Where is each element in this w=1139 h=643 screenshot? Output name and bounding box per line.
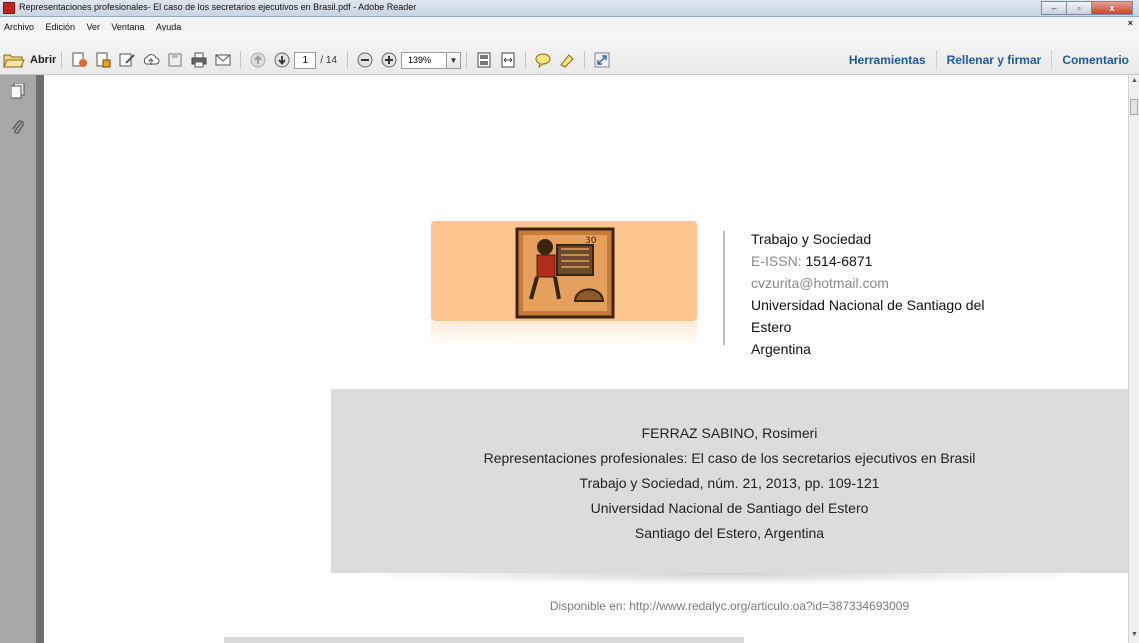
- save-icon: [168, 53, 182, 67]
- save-button[interactable]: [164, 50, 186, 70]
- zoom-dropdown-button[interactable]: ▼: [446, 51, 461, 69]
- email-icon: [215, 54, 231, 66]
- arrow-up-circle-icon: [250, 52, 266, 68]
- folder-open-icon: [3, 54, 25, 68]
- comment-button[interactable]: [532, 50, 554, 70]
- pages-thumbnail-button[interactable]: [10, 82, 25, 104]
- page-total: / 14: [320, 54, 337, 66]
- comment-bubble-icon: [535, 53, 551, 69]
- toolbar-separator: [465, 51, 467, 69]
- task-pane-tabs: Herramientas Rellenar y firmar Comentari…: [839, 50, 1139, 70]
- header-divider: [723, 231, 725, 345]
- scroll-down-icon[interactable]: ▼: [1131, 631, 1138, 638]
- vertical-scrollbar[interactable]: ▲ ▼: [1128, 75, 1139, 643]
- journal-email: cvzurita@hotmail.com: [751, 275, 889, 291]
- paperclip-icon: [12, 120, 24, 134]
- window-controls: – ▫ x: [1041, 1, 1133, 15]
- toolbar: Abrir 1 / 14 139% ▼ Herramientas Rellena…: [0, 31, 1139, 75]
- journal-issn: E-ISSN: 1514-6871: [751, 250, 1051, 272]
- journal-info: Trabajo y Sociedad E-ISSN: 1514-6871 cvz…: [751, 228, 1051, 360]
- zoom-out-button[interactable]: [354, 50, 376, 70]
- attachments-button[interactable]: [11, 119, 25, 142]
- minimize-button[interactable]: –: [1041, 1, 1067, 15]
- open-label: Abrir: [30, 54, 57, 66]
- document-gutter: [36, 75, 44, 643]
- title-bar: Representaciones profesionales- El caso …: [0, 0, 1139, 17]
- close-document-button[interactable]: ×: [1128, 18, 1133, 28]
- menu-bar: Archivo Edición Ver Ventana Ayuda ×: [0, 17, 1139, 32]
- next-page-button[interactable]: [271, 50, 293, 70]
- print-button[interactable]: [188, 50, 210, 70]
- adobe-reader-icon: [3, 2, 15, 14]
- edit-pdf-icon: [119, 53, 135, 67]
- tab-rellenar-y-firmar[interactable]: Rellenar y firmar: [935, 50, 1052, 70]
- email-button[interactable]: [212, 50, 234, 70]
- fit-width-icon: [501, 52, 515, 68]
- citation-institution: Universidad Nacional de Santiago del Est…: [590, 500, 869, 516]
- citation-author: FERRAZ SABINO, Rosimeri: [641, 425, 818, 441]
- full-screen-button[interactable]: [591, 50, 613, 70]
- tab-comentario[interactable]: Comentario: [1051, 50, 1139, 70]
- edit-pdf-button[interactable]: [116, 50, 138, 70]
- fit-width-button[interactable]: [497, 50, 519, 70]
- issn-label: E-ISSN:: [751, 253, 802, 269]
- journal-name: Trabajo y Sociedad: [751, 231, 872, 247]
- previous-page-button[interactable]: [247, 50, 269, 70]
- citation-shadow: [344, 573, 1104, 585]
- zoom-in-button[interactable]: [378, 50, 400, 70]
- navigation-panel: [0, 75, 36, 643]
- toolbar-separator: [346, 51, 348, 69]
- open-button[interactable]: Abrir: [3, 52, 56, 68]
- highlighter-icon: [560, 54, 574, 68]
- arrow-down-circle-icon: [274, 52, 290, 68]
- citation-box: FERRAZ SABINO, Rosimeri Representaciones…: [331, 389, 1128, 573]
- cloud-upload-button[interactable]: [140, 50, 162, 70]
- journal-university: Universidad Nacional de Santiago del: [751, 297, 985, 313]
- pages-icon: [10, 82, 25, 99]
- cut-off-text: [224, 637, 744, 643]
- scroll-thumb[interactable]: [1130, 99, 1138, 115]
- maximize-button[interactable]: ▫: [1066, 1, 1092, 15]
- zoom-in-icon: [381, 52, 397, 68]
- highlight-button[interactable]: [556, 50, 578, 70]
- cloud-upload-icon: [144, 54, 160, 65]
- print-icon: [191, 52, 207, 68]
- scroll-up-icon[interactable]: ▲: [1131, 77, 1138, 84]
- create-pdf-button[interactable]: [68, 50, 90, 70]
- fit-page-icon: [477, 52, 491, 68]
- journal-country: Argentina: [751, 341, 811, 357]
- page-number-input[interactable]: 1: [294, 51, 317, 69]
- expand-icon: [594, 52, 610, 68]
- zoom-level-input[interactable]: 139%: [400, 51, 447, 69]
- logo-reflection: [431, 321, 697, 347]
- export-pdf-icon: [96, 52, 111, 68]
- toolbar-separator: [583, 51, 585, 69]
- zoom-out-icon: [357, 52, 373, 68]
- fit-page-button[interactable]: [473, 50, 495, 70]
- availability-link[interactable]: Disponible en: http://www.redalyc.org/ar…: [331, 599, 1128, 613]
- create-pdf-icon: [72, 52, 88, 67]
- toolbar-separator: [240, 51, 242, 69]
- citation-title: Representaciones profesionales: El caso …: [483, 450, 976, 466]
- toolbar-separator: [524, 51, 526, 69]
- citation-location: Santiago del Estero, Argentina: [634, 525, 825, 541]
- export-pdf-button[interactable]: [92, 50, 114, 70]
- window-title: Representaciones profesionales- El caso …: [19, 2, 417, 12]
- tab-herramientas[interactable]: Herramientas: [839, 50, 936, 70]
- document-page: 30 Trabajo y Sociedad E-ISSN: 1514-6871 …: [44, 75, 1128, 643]
- issn-value: 1514-6871: [805, 253, 873, 269]
- journal-university-cont: Estero: [751, 319, 792, 335]
- journal-logo: 30: [431, 221, 697, 321]
- logo-number: 30: [585, 236, 597, 246]
- close-button[interactable]: x: [1091, 1, 1133, 15]
- toolbar-separator: [61, 51, 63, 69]
- citation-source: Trabajo y Sociedad, núm. 21, 2013, pp. 1…: [579, 475, 880, 491]
- journal-woodcut-illustration: 30: [515, 227, 615, 319]
